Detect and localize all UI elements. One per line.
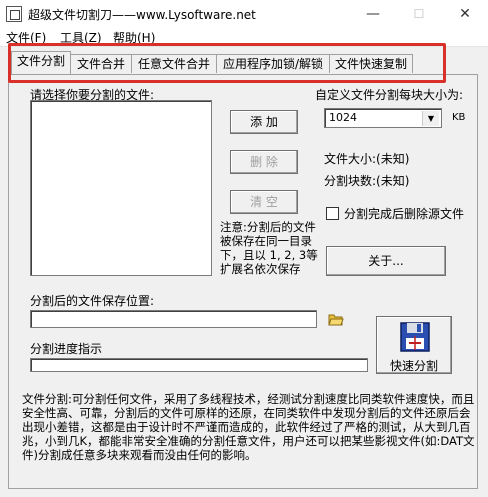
note-text: 注意:分割后的文件被保存在同一目录下，且以 1, 2, 3等扩展名依次保存: [220, 220, 318, 276]
tab-highlight-box: [8, 43, 446, 83]
window-title: 超级文件切割刀——www.Lysoftware.net: [28, 8, 256, 22]
delete-source-checkbox[interactable]: [326, 207, 339, 220]
folder-open-icon[interactable]: [328, 313, 344, 329]
quick-split-button[interactable]: 快速分割: [376, 316, 452, 374]
custom-size-label: 自定义文件分割每块大小为:: [315, 88, 464, 102]
progress-bar: [30, 358, 368, 372]
size-unit: KB: [452, 112, 466, 123]
size-value: 1024: [329, 111, 357, 124]
split-disk-icon: [399, 321, 431, 356]
delete-source-label: 分割完成后删除源文件: [344, 207, 465, 221]
file-list[interactable]: [30, 100, 212, 276]
minimize-button[interactable]: —: [350, 0, 396, 28]
size-dropdown[interactable]: 1024 ▼: [324, 108, 442, 128]
title-bar: 超级文件切割刀——www.Lysoftware.net — ☐ ✕: [0, 0, 488, 28]
close-button[interactable]: ✕: [442, 0, 488, 28]
about-button[interactable]: 关于...: [326, 246, 446, 276]
add-button[interactable]: 添 加: [230, 110, 298, 134]
maximize-button[interactable]: ☐: [396, 0, 442, 28]
progress-label: 分割进度指示: [30, 342, 103, 356]
save-location-input[interactable]: [30, 310, 317, 328]
save-location-label: 分割后的文件保存位置:: [30, 294, 155, 308]
description-text: 文件分割:可分割任何文件，采用了多线程技术，经测试分割速度比同类软件速度快，而且…: [22, 392, 475, 462]
app-icon: [6, 6, 22, 22]
clear-button[interactable]: 清 空: [230, 190, 298, 214]
file-size-label: 文件大小:(未知): [324, 152, 410, 166]
delete-button[interactable]: 删 除: [230, 150, 298, 174]
quick-split-label: 快速分割: [389, 359, 438, 373]
block-count-label: 分割块数:(未知): [324, 174, 410, 188]
chevron-down-icon[interactable]: ▼: [422, 111, 439, 126]
